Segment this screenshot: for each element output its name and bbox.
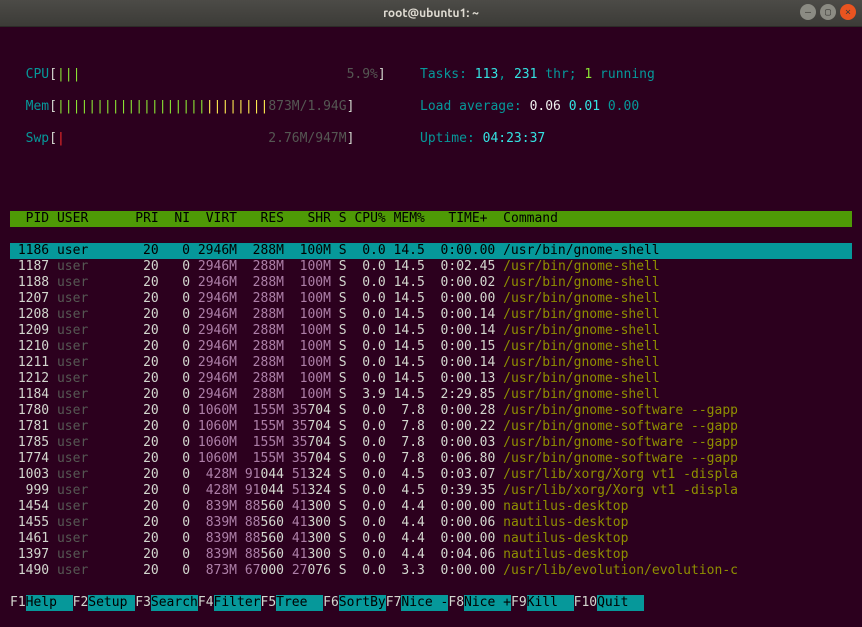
process-row[interactable]: 1187 user 20 0 2946M 288M 100M S 0.0 14.…: [10, 259, 852, 275]
load-info: Load average: 0.06 0.01 0.00: [420, 99, 655, 115]
fn-key: F4: [198, 595, 214, 611]
process-row[interactable]: 1461 user 20 0 839M 88560 41300 S 0.0 4.…: [10, 531, 852, 547]
process-row[interactable]: 1210 user 20 0 2946M 288M 100M S 0.0 14.…: [10, 339, 852, 355]
fn-key: F9: [511, 595, 527, 611]
process-row[interactable]: 999 user 20 0 428M 91044 51324 S 0.0 4.5…: [10, 483, 852, 499]
cpu-meter: CPU[||| 5.9%]: [10, 67, 420, 83]
process-list[interactable]: 1186 user 20 0 2946M 288M 100M S 0.0 14.…: [10, 243, 852, 579]
fn-label[interactable]: Nice -: [401, 595, 448, 611]
process-row[interactable]: 1781 user 20 0 1060M 155M 35704 S 0.0 7.…: [10, 419, 852, 435]
fn-label[interactable]: Search: [151, 595, 198, 611]
terminal-content: CPU[||| 5.9%] Mem[||||||||||||||||||||||…: [0, 27, 862, 627]
fn-key: F1: [10, 595, 26, 611]
process-row[interactable]: 1397 user 20 0 839M 88560 41300 S 0.0 4.…: [10, 547, 852, 563]
fn-label[interactable]: SortBy: [339, 595, 386, 611]
process-row[interactable]: 1780 user 20 0 1060M 155M 35704 S 0.0 7.…: [10, 403, 852, 419]
fn-key: F2: [73, 595, 89, 611]
minimize-icon[interactable]: –: [800, 4, 816, 20]
maximize-icon[interactable]: ▢: [820, 4, 836, 20]
process-row[interactable]: 1207 user 20 0 2946M 288M 100M S 0.0 14.…: [10, 291, 852, 307]
process-row[interactable]: 1212 user 20 0 2946M 288M 100M S 0.0 14.…: [10, 371, 852, 387]
window-buttons: – ▢ ×: [800, 4, 856, 20]
process-row[interactable]: 1208 user 20 0 2946M 288M 100M S 0.0 14.…: [10, 307, 852, 323]
tasks-info: Tasks: 113, 231 thr; 1 running: [420, 67, 655, 83]
process-row[interactable]: 1490 user 20 0 873M 67000 27076 S 0.0 3.…: [10, 563, 852, 579]
fn-label[interactable]: Nice +: [464, 595, 511, 611]
fn-key: F8: [448, 595, 464, 611]
fn-key: F6: [323, 595, 339, 611]
mem-meter: Mem[|||||||||||||||||||||||||||873M/1.94…: [10, 99, 420, 115]
process-row[interactable]: 1455 user 20 0 839M 88560 41300 S 0.0 4.…: [10, 515, 852, 531]
fn-label[interactable]: Kill: [527, 595, 574, 611]
fn-key: F3: [135, 595, 151, 611]
fn-label[interactable]: Tree: [276, 595, 323, 611]
fn-key: F10: [574, 595, 597, 611]
uptime-info: Uptime: 04:23:37: [420, 131, 655, 147]
process-row[interactable]: 1184 user 20 0 2946M 288M 100M S 3.9 14.…: [10, 387, 852, 403]
process-row[interactable]: 1186 user 20 0 2946M 288M 100M S 0.0 14.…: [10, 243, 852, 259]
process-row[interactable]: 1003 user 20 0 428M 91044 51324 S 0.0 4.…: [10, 467, 852, 483]
function-bar[interactable]: F1Help F2Setup F3SearchF4FilterF5Tree F6…: [10, 595, 852, 611]
process-row[interactable]: 1188 user 20 0 2946M 288M 100M S 0.0 14.…: [10, 275, 852, 291]
fn-label[interactable]: Filter: [214, 595, 261, 611]
fn-key: F5: [261, 595, 277, 611]
close-icon[interactable]: ×: [840, 4, 856, 20]
fn-key: F7: [386, 595, 402, 611]
window-titlebar: root@ubuntu1: ~ – ▢ ×: [0, 0, 862, 27]
fn-label[interactable]: Quit: [597, 595, 644, 611]
process-row[interactable]: 1785 user 20 0 1060M 155M 35704 S 0.0 7.…: [10, 435, 852, 451]
swp-meter: Swp[| 2.76M/947M]: [10, 131, 420, 147]
column-headers[interactable]: PID USER PRI NI VIRT RES SHR S CPU% MEM%…: [10, 211, 852, 227]
window-title: root@ubuntu1: ~: [383, 7, 479, 20]
process-row[interactable]: 1454 user 20 0 839M 88560 41300 S 0.0 4.…: [10, 499, 852, 515]
process-row[interactable]: 1209 user 20 0 2946M 288M 100M S 0.0 14.…: [10, 323, 852, 339]
fn-label[interactable]: Setup: [88, 595, 135, 611]
process-row[interactable]: 1774 user 20 0 1060M 155M 35704 S 0.0 7.…: [10, 451, 852, 467]
fn-label[interactable]: Help: [26, 595, 73, 611]
process-row[interactable]: 1211 user 20 0 2946M 288M 100M S 0.0 14.…: [10, 355, 852, 371]
